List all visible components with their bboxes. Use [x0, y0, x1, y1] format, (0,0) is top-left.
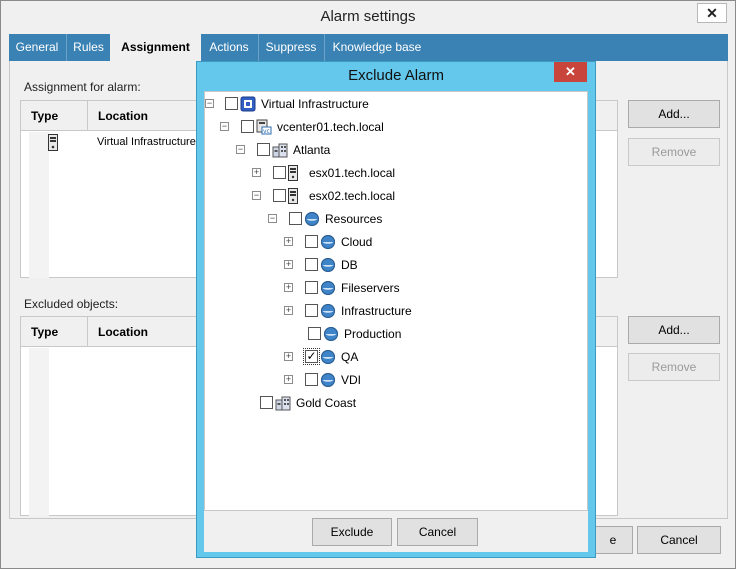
tree-item-label: vcenter01.tech.local — [277, 120, 384, 134]
column-type[interactable]: Type — [21, 101, 87, 131]
assignment-label: Assignment for alarm: — [24, 80, 141, 94]
vcenter-icon: vc — [256, 119, 272, 135]
column-type[interactable]: Type — [21, 317, 87, 347]
resource-pool-icon — [320, 349, 336, 365]
collapse-toggle[interactable]: − — [268, 214, 277, 223]
tree-item[interactable]: − vc vcenter01.tech.local — [205, 117, 587, 137]
dialog-cancel-button[interactable]: Cancel — [397, 518, 478, 546]
collapse-toggle[interactable]: − — [220, 122, 229, 131]
host-icon — [288, 165, 304, 181]
tree-item-label: esx01.tech.local — [309, 166, 396, 180]
tab-bar: General Rules Assignment Actions Suppres… — [9, 34, 728, 62]
tab-actions[interactable]: Actions — [201, 34, 257, 61]
tree-item[interactable]: + DB — [205, 255, 587, 275]
assignment-add-button[interactable]: Add... — [628, 100, 720, 128]
resource-pool-icon — [323, 326, 339, 342]
dialog-body: − Virtual Infrastructure − vc vcenter01.tech… — [204, 91, 588, 552]
dialog-title: Exclude Alarm — [348, 67, 444, 84]
tab-knowledge-base[interactable]: Knowledge base — [325, 34, 429, 61]
tree-item[interactable]: + VDI — [205, 370, 587, 390]
expand-toggle[interactable]: + — [284, 260, 293, 269]
tree-checkbox[interactable] — [305, 281, 318, 294]
tree-item-label: QA — [341, 350, 359, 364]
expand-toggle[interactable]: + — [284, 306, 293, 315]
resource-pool-icon — [320, 303, 336, 319]
exclude-button[interactable]: Exclude — [312, 518, 392, 546]
tree-item[interactable]: + Cloud — [205, 232, 587, 252]
expand-toggle[interactable]: + — [284, 283, 293, 292]
resource-pool-icon — [320, 372, 336, 388]
tree-item-label: Virtual Infrastructure — [261, 97, 369, 111]
window-title: Alarm settings — [1, 1, 735, 33]
svg-text:vc: vc — [263, 128, 270, 135]
expand-toggle[interactable]: + — [284, 237, 293, 246]
window-close-button[interactable]: ✕ — [697, 3, 727, 23]
resource-pool-icon — [320, 257, 336, 273]
object-tree[interactable]: − Virtual Infrastructure − vc vcenter01.tech… — [204, 91, 588, 511]
row-location: Virtual Infrastructure — [97, 136, 196, 148]
tree-item-label: Resources — [325, 212, 383, 226]
cancel-button[interactable]: Cancel — [637, 526, 721, 554]
resource-pool-icon — [320, 280, 336, 296]
tree-item-label: Cloud — [341, 235, 373, 249]
datacenter-icon — [272, 142, 288, 158]
collapse-toggle[interactable]: − — [252, 191, 261, 200]
tree-checkbox[interactable] — [225, 97, 238, 110]
resource-pool-icon — [320, 234, 336, 250]
dialog-footer: Exclude Cancel — [204, 511, 588, 552]
tree-checkbox[interactable] — [305, 373, 318, 386]
row-stripe — [29, 348, 49, 516]
tree-checkbox[interactable] — [260, 396, 273, 409]
tree-item-label: Infrastructure — [341, 304, 412, 318]
exclude-alarm-dialog: Exclude Alarm ✕ − Virtual Infrastructure −… — [196, 61, 596, 558]
tree-item[interactable]: − Atlanta — [205, 140, 587, 160]
tab-suppress[interactable]: Suppress — [259, 34, 323, 61]
dialog-close-button[interactable]: ✕ — [554, 62, 587, 82]
collapse-toggle[interactable]: − — [205, 99, 214, 108]
assignment-remove-button[interactable]: Remove — [628, 138, 720, 166]
tab-general[interactable]: General — [9, 34, 65, 61]
tree-item-label: VDI — [341, 373, 362, 387]
tree-checkbox[interactable]: ✓ — [303, 348, 320, 365]
tree-item[interactable]: − Resources — [205, 209, 587, 229]
resource-pool-icon — [304, 211, 320, 227]
tree-item-label: esx02.tech.local — [309, 189, 396, 203]
tree-item[interactable]: Gold Coast — [205, 393, 587, 413]
excluded-remove-button[interactable]: Remove — [628, 353, 720, 381]
tree-checkbox[interactable] — [305, 258, 318, 271]
tree-item-label: Gold Coast — [296, 396, 357, 410]
virtual-infrastructure-icon — [240, 96, 256, 112]
tree-item-label: Atlanta — [293, 143, 331, 157]
datacenter-icon — [275, 395, 291, 411]
tree-checkbox[interactable] — [273, 189, 286, 202]
tree-item[interactable]: Production — [205, 324, 587, 344]
tree-item[interactable]: − Virtual Infrastructure — [205, 94, 587, 114]
excluded-add-button[interactable]: Add... — [628, 316, 720, 344]
expand-toggle[interactable]: + — [284, 375, 293, 384]
host-icon — [48, 134, 58, 155]
expand-toggle[interactable]: + — [252, 168, 261, 177]
excluded-objects-label: Excluded objects: — [24, 297, 119, 311]
tree-item[interactable]: + Fileservers — [205, 278, 587, 298]
tree-item[interactable]: + esx01.tech.local — [205, 163, 587, 183]
tab-assignment[interactable]: Assignment — [110, 34, 201, 62]
tree-checkbox[interactable] — [308, 327, 321, 340]
host-icon — [288, 188, 304, 204]
expand-toggle[interactable]: + — [284, 352, 293, 361]
tree-item-label: Fileservers — [341, 281, 400, 295]
tree-checkbox[interactable] — [289, 212, 302, 225]
tree-checkbox[interactable] — [305, 304, 318, 317]
tree-checkbox[interactable] — [305, 235, 318, 248]
tree-item-label: DB — [341, 258, 358, 272]
tree-item[interactable]: + Infrastructure — [205, 301, 587, 321]
tree-checkbox[interactable] — [273, 166, 286, 179]
tree-checkbox[interactable] — [241, 120, 254, 133]
tree-item[interactable]: − esx02.tech.local — [205, 186, 587, 206]
tree-item-label: Production — [344, 327, 402, 341]
tab-rules[interactable]: Rules — [67, 34, 110, 61]
tree-item[interactable]: + ✓ QA — [205, 347, 587, 367]
tree-checkbox[interactable] — [257, 143, 270, 156]
collapse-toggle[interactable]: − — [236, 145, 245, 154]
